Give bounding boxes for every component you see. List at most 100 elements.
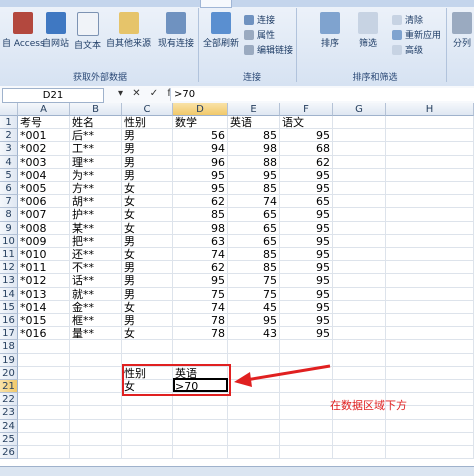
row-header-19[interactable]: 19 xyxy=(0,353,18,367)
row-header-9[interactable]: 9 xyxy=(0,221,18,235)
grid-cell[interactable] xyxy=(70,340,122,354)
row-header-11[interactable]: 11 xyxy=(0,248,18,262)
grid-cell[interactable] xyxy=(333,327,386,341)
cell-c3[interactable]: 男 xyxy=(122,142,173,156)
cell-d16[interactable]: 78 xyxy=(173,314,228,328)
row-header-10[interactable]: 10 xyxy=(0,234,18,248)
cell-b3[interactable]: 工** xyxy=(70,142,122,156)
cell-a11[interactable]: *010 xyxy=(18,248,70,262)
cell-f12[interactable]: 95 xyxy=(280,261,333,275)
cell-e17[interactable]: 43 xyxy=(228,327,280,341)
grid-cell[interactable] xyxy=(333,300,386,314)
cell-b2[interactable]: 后** xyxy=(70,129,122,143)
row-header-18[interactable]: 18 xyxy=(0,340,18,354)
grid-cell[interactable] xyxy=(122,432,173,446)
cell-f16[interactable]: 95 xyxy=(280,314,333,328)
cell-b6[interactable]: 方** xyxy=(70,182,122,196)
grid-cell[interactable] xyxy=(122,446,173,460)
tab-data[interactable] xyxy=(200,0,232,8)
grid-cell[interactable] xyxy=(70,406,122,420)
cell-c6[interactable]: 女 xyxy=(122,182,173,196)
grid-cell[interactable] xyxy=(70,419,122,433)
grid-cell[interactable] xyxy=(333,261,386,275)
grid-cell[interactable] xyxy=(70,353,122,367)
cell-d2[interactable]: 56 xyxy=(173,129,228,143)
row-header-14[interactable]: 14 xyxy=(0,287,18,301)
grid-cell[interactable] xyxy=(386,261,474,275)
grid-cell[interactable] xyxy=(228,393,280,407)
grid-cell[interactable] xyxy=(386,340,474,354)
grid-cell[interactable] xyxy=(333,142,386,156)
column-header-g[interactable]: G xyxy=(333,103,386,116)
grid-cell[interactable] xyxy=(386,366,474,380)
grid-cell[interactable] xyxy=(173,340,228,354)
column-header-d[interactable]: D xyxy=(173,103,228,116)
cell-c2[interactable]: 男 xyxy=(122,129,173,143)
clear-filter-button[interactable]: 清除 xyxy=(392,13,423,26)
cell-e4[interactable]: 88 xyxy=(228,155,280,169)
cell-d14[interactable]: 75 xyxy=(173,287,228,301)
grid-cell[interactable] xyxy=(386,182,474,196)
cell-e9[interactable]: 65 xyxy=(228,221,280,235)
grid-cell[interactable] xyxy=(18,432,70,446)
grid-cell[interactable] xyxy=(228,340,280,354)
grid-cell[interactable] xyxy=(122,406,173,420)
cell-b11[interactable]: 还** xyxy=(70,248,122,262)
connections-button[interactable]: 连接 xyxy=(244,13,275,26)
cell-a15[interactable]: *014 xyxy=(18,300,70,314)
cell-c1[interactable]: 性别 xyxy=(122,116,173,130)
grid-cell[interactable] xyxy=(386,419,474,433)
row-header-22[interactable]: 22 xyxy=(0,393,18,407)
cell-d11[interactable]: 74 xyxy=(173,248,228,262)
cell-a7[interactable]: *006 xyxy=(18,195,70,209)
cell-f10[interactable]: 95 xyxy=(280,234,333,248)
grid-cell[interactable] xyxy=(70,380,122,394)
grid-cell[interactable] xyxy=(18,393,70,407)
row-header-17[interactable]: 17 xyxy=(0,327,18,341)
grid-cell[interactable] xyxy=(18,419,70,433)
column-header-h[interactable]: H xyxy=(386,103,474,116)
grid-cell[interactable] xyxy=(333,116,386,130)
column-header-f[interactable]: F xyxy=(280,103,333,116)
cell-d5[interactable]: 95 xyxy=(173,168,228,182)
sort-button[interactable]: 排序 xyxy=(320,12,340,49)
cell-e6[interactable]: 85 xyxy=(228,182,280,196)
grid-cell[interactable] xyxy=(18,446,70,460)
grid-cell[interactable] xyxy=(18,340,70,354)
advanced-filter-button[interactable]: 高级 xyxy=(392,43,423,56)
grid-cell[interactable] xyxy=(333,208,386,222)
grid-cell[interactable] xyxy=(333,248,386,262)
cell-f5[interactable]: 95 xyxy=(280,168,333,182)
grid-cell[interactable] xyxy=(333,129,386,143)
cell-e7[interactable]: 74 xyxy=(228,195,280,209)
grid-cell[interactable] xyxy=(386,116,474,130)
grid-cell[interactable] xyxy=(333,380,386,394)
grid-cell[interactable] xyxy=(333,274,386,288)
grid-cell[interactable] xyxy=(333,155,386,169)
cell-f14[interactable]: 95 xyxy=(280,287,333,301)
formula-input[interactable]: >70 xyxy=(170,88,474,101)
cell-f8[interactable]: 95 xyxy=(280,208,333,222)
grid-cell[interactable] xyxy=(173,406,228,420)
row-header-12[interactable]: 12 xyxy=(0,261,18,275)
cell-d9[interactable]: 98 xyxy=(173,221,228,235)
cell-e3[interactable]: 98 xyxy=(228,142,280,156)
grid-cell[interactable] xyxy=(280,432,333,446)
grid-cell[interactable] xyxy=(386,208,474,222)
grid-cell[interactable] xyxy=(333,446,386,460)
cell-e14[interactable]: 75 xyxy=(228,287,280,301)
existing-connection-button[interactable]: 现有连接 xyxy=(158,12,194,49)
properties-button[interactable]: 属性 xyxy=(244,28,275,41)
column-header-c[interactable]: C xyxy=(122,103,173,116)
grid-cell[interactable] xyxy=(333,366,386,380)
grid-cell[interactable] xyxy=(18,380,70,394)
grid-cell[interactable] xyxy=(333,234,386,248)
row-header-6[interactable]: 6 xyxy=(0,182,18,196)
from-web-button[interactable]: 自网站 xyxy=(42,12,69,49)
cell-b5[interactable]: 为** xyxy=(70,168,122,182)
row-header-5[interactable]: 5 xyxy=(0,168,18,182)
grid-cell[interactable] xyxy=(333,195,386,209)
from-text-button[interactable]: 自文本 xyxy=(74,12,101,51)
grid-cell[interactable] xyxy=(18,366,70,380)
cell-e5[interactable]: 95 xyxy=(228,168,280,182)
